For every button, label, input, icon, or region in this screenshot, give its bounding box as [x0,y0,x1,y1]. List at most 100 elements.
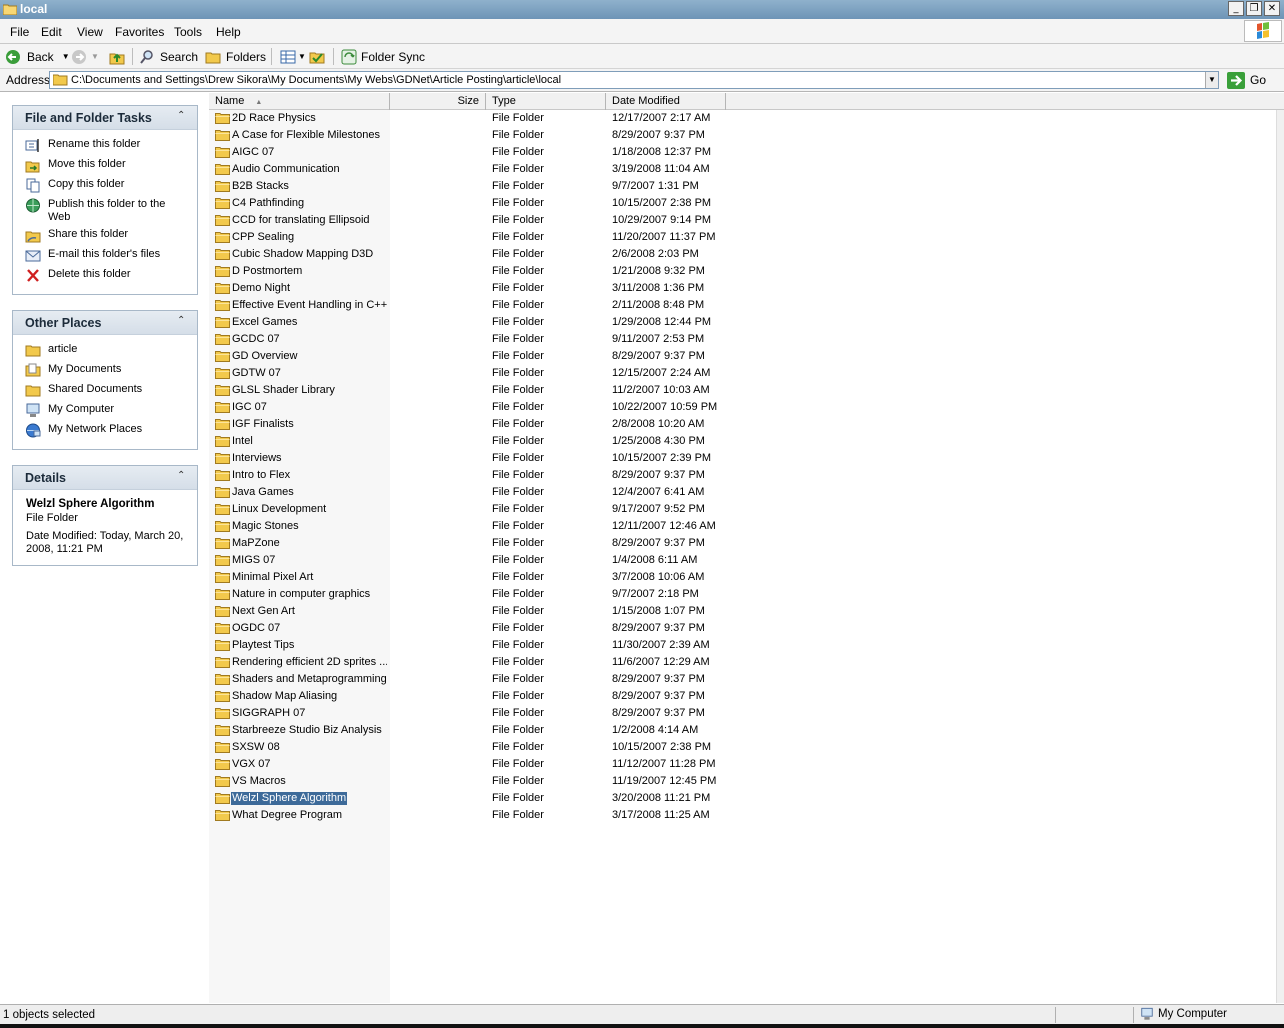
column-name-header[interactable]: Name ▲ [209,93,390,110]
place-my-network-places[interactable]: My Network Places [25,423,142,438]
copy-folder-task[interactable]: Copy this folder [25,178,124,193]
place-my-computer[interactable]: My Computer [25,403,114,418]
chevron-down-icon[interactable]: ▼ [298,52,306,61]
title-bar[interactable]: local _ ❐ ✕ [0,0,1284,19]
address-input[interactable]: C:\Documents and Settings\Drew Sikora\My… [49,71,1219,89]
file-row[interactable]: Cubic Shadow Mapping D3D File Folder 2/6/2… [209,246,729,263]
panel-header[interactable]: File and Folder Tasks ⌃ [13,106,197,130]
file-row[interactable]: CPP Sealing File Folder 11/20/2007 11:37 P… [209,229,729,246]
file-row[interactable]: C4 Pathfinding File Folder 10/15/2007 2:38… [209,195,729,212]
file-row[interactable]: Excel Games File Folder 1/29/2008 12:44 PM [209,314,729,331]
delete-folder-task[interactable]: Delete this folder [25,268,131,283]
menu-favorites[interactable]: Favorites [115,25,164,39]
file-row[interactable]: CCD for translating Ellipsoid File Folder… [209,212,729,229]
move-folder-task[interactable]: Move this folder [25,158,126,173]
file-row[interactable]: Playtest Tips File Folder 11/30/2007 2:39 … [209,637,729,654]
views-button[interactable]: ▼ [280,48,306,65]
file-name: Intro to Flex [232,469,291,481]
file-row[interactable]: VGX 07 File Folder 11/12/2007 11:28 PM [209,756,729,773]
chevron-down-icon[interactable]: ▼ [62,52,70,61]
file-type: File Folder [492,163,544,175]
file-date: 1/21/2008 9:32 PM [612,265,705,277]
collapse-chevron-icon[interactable]: ⌃ [177,110,189,122]
file-row[interactable]: GDTW 07 File Folder 12/15/2007 2:24 AM [209,365,729,382]
menu-help[interactable]: Help [216,25,241,39]
publish-folder-task[interactable]: Publish this folder to the Web [25,198,185,224]
file-row[interactable]: IGC 07 File Folder 10/22/2007 10:59 PM [209,399,729,416]
file-name: Shadow Map Aliasing [232,690,338,702]
back-button[interactable]: Back ▼ [5,48,70,65]
place-shared-documents[interactable]: Shared Documents [25,383,142,398]
menu-edit[interactable]: Edit [41,25,62,39]
file-date: 8/29/2007 9:37 PM [612,350,705,362]
copy-icon [26,178,40,193]
place-article[interactable]: article [25,343,77,358]
column-date-header[interactable]: Date Modified [606,93,726,110]
folder-options-button[interactable] [309,48,325,65]
folder-icon [215,113,230,124]
file-row[interactable]: MaPZone File Folder 8/29/2007 9:37 PM [209,535,729,552]
file-row[interactable]: 2D Race Physics File Folder 12/17/2007 2:1… [209,110,729,127]
menu-file[interactable]: File [10,25,29,39]
folder-icon [215,742,230,753]
search-button[interactable]: Search [139,48,198,65]
go-button[interactable]: Go [1227,71,1266,89]
file-row[interactable]: Starbreeze Studio Biz Analysis File Folde… [209,722,729,739]
file-row[interactable]: Audio Communication File Folder 3/19/2008 … [209,161,729,178]
file-row[interactable]: SIGGRAPH 07 File Folder 8/29/2007 9:37 PM [209,705,729,722]
file-row[interactable]: GD Overview File Folder 8/29/2007 9:37 PM [209,348,729,365]
file-row[interactable]: What Degree Program File Folder 3/17/2008 … [209,807,729,824]
file-row[interactable]: Next Gen Art File Folder 1/15/2008 1:07 PM [209,603,729,620]
file-row[interactable]: Shaders and Metaprogramming File Folder 8/… [209,671,729,688]
file-row[interactable]: Nature in computer graphics File Folder 9/… [209,586,729,603]
file-row[interactable]: Shadow Map Aliasing File Folder 8/29/2007 … [209,688,729,705]
file-row[interactable]: VS Macros File Folder 11/19/2007 12:45 PM [209,773,729,790]
file-row[interactable]: Minimal Pixel Art File Folder 3/7/2008 10:… [209,569,729,586]
file-row[interactable]: D Postmortem File Folder 1/21/2008 9:32 PM [209,263,729,280]
menu-view[interactable]: View [77,25,103,39]
chevron-down-icon[interactable]: ▼ [91,52,99,61]
file-row[interactable]: Interviews File Folder 10/15/2007 2:39 PM [209,450,729,467]
panel-header[interactable]: Other Places ⌃ [13,311,197,335]
collapse-chevron-icon[interactable]: ⌃ [177,315,189,327]
vertical-scrollbar[interactable] [1276,110,1284,1003]
file-date: 11/30/2007 2:39 AM [612,639,710,651]
file-type: File Folder [492,418,544,430]
file-row[interactable]: Effective Event Handling in C++ File Fold… [209,297,729,314]
email-files-task[interactable]: E-mail this folder's files [25,248,160,263]
address-dropdown-button[interactable]: ▼ [1205,72,1218,88]
place-my-documents[interactable]: My Documents [25,363,121,378]
forward-button[interactable]: ▼ [71,48,99,65]
status-zone: My Computer [1140,1007,1227,1021]
file-row[interactable]: Intel File Folder 1/25/2008 4:30 PM [209,433,729,450]
column-size-header[interactable]: Size [390,93,486,110]
file-row[interactable]: AIGC 07 File Folder 1/18/2008 12:37 PM [209,144,729,161]
close-button[interactable]: ✕ [1264,1,1280,16]
file-row[interactable]: Linux Development File Folder 9/17/2007 9:… [209,501,729,518]
file-row[interactable]: MIGS 07 File Folder 1/4/2008 6:11 AM [209,552,729,569]
restore-button[interactable]: ❐ [1246,1,1262,16]
collapse-chevron-icon[interactable]: ⌃ [177,470,189,482]
file-row[interactable]: IGF Finalists File Folder 2/8/2008 10:20 A… [209,416,729,433]
file-row[interactable]: GCDC 07 File Folder 9/11/2007 2:53 PM [209,331,729,348]
file-row[interactable]: Welzl Sphere Algorithm File Folder 3/20/20… [209,790,729,807]
minimize-button[interactable]: _ [1228,1,1244,16]
column-type-header[interactable]: Type [486,93,606,110]
up-folder-button[interactable] [109,48,125,65]
file-row[interactable]: Intro to Flex File Folder 8/29/2007 9:37 P… [209,467,729,484]
rename-folder-task[interactable]: Rename this folder [25,138,140,153]
file-row[interactable]: Demo Night File Folder 3/11/2008 1:36 PM [209,280,729,297]
file-row[interactable]: Java Games File Folder 12/4/2007 6:41 AM [209,484,729,501]
panel-header[interactable]: Details ⌃ [13,466,197,490]
file-row[interactable]: OGDC 07 File Folder 8/29/2007 9:37 PM [209,620,729,637]
file-row[interactable]: Magic Stones File Folder 12/11/2007 12:46 … [209,518,729,535]
file-row[interactable]: GLSL Shader Library File Folder 11/2/2007 … [209,382,729,399]
folder-sync-button[interactable]: Folder Sync [341,48,425,65]
share-folder-task[interactable]: Share this folder [25,228,128,243]
file-row[interactable]: SXSW 08 File Folder 10/15/2007 2:38 PM [209,739,729,756]
file-row[interactable]: Rendering efficient 2D sprites ... File F… [209,654,729,671]
menu-tools[interactable]: Tools [174,25,202,39]
folders-button[interactable]: Folders [205,48,266,65]
file-row[interactable]: B2B Stacks File Folder 9/7/2007 1:31 PM [209,178,729,195]
file-row[interactable]: A Case for Flexible Milestones File Folde… [209,127,729,144]
